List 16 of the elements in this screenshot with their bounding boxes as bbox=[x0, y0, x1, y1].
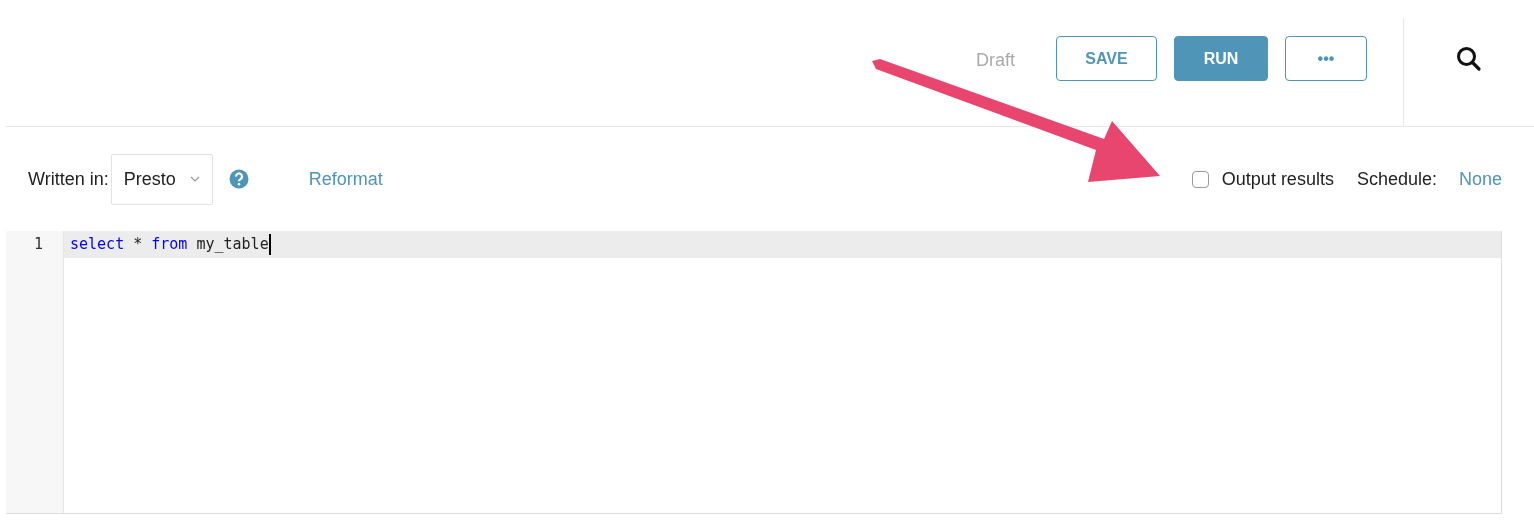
language-label: Written in: bbox=[28, 167, 109, 191]
text-cursor bbox=[268, 234, 271, 255]
checkbox-label: Output results bbox=[1221, 167, 1334, 191]
search-icon[interactable] bbox=[1456, 46, 1482, 72]
save-button[interactable]: SAVE bbox=[1056, 36, 1157, 81]
language-select[interactable]: Presto bbox=[110, 153, 213, 205]
schedule-label: Schedule: bbox=[1356, 167, 1437, 191]
schedule-link[interactable]: None bbox=[1458, 165, 1502, 193]
line-number: 1 bbox=[32, 234, 44, 255]
reformat-link[interactable]: Reformat bbox=[308, 165, 383, 193]
help-icon[interactable] bbox=[228, 169, 249, 189]
status-text: Draft bbox=[976, 49, 1015, 72]
chevron-down-icon bbox=[189, 175, 200, 183]
output-results-checkbox[interactable] bbox=[1191, 170, 1209, 188]
run-button[interactable]: RUN bbox=[1174, 36, 1268, 81]
more-button[interactable]: ••• bbox=[1285, 36, 1367, 81]
